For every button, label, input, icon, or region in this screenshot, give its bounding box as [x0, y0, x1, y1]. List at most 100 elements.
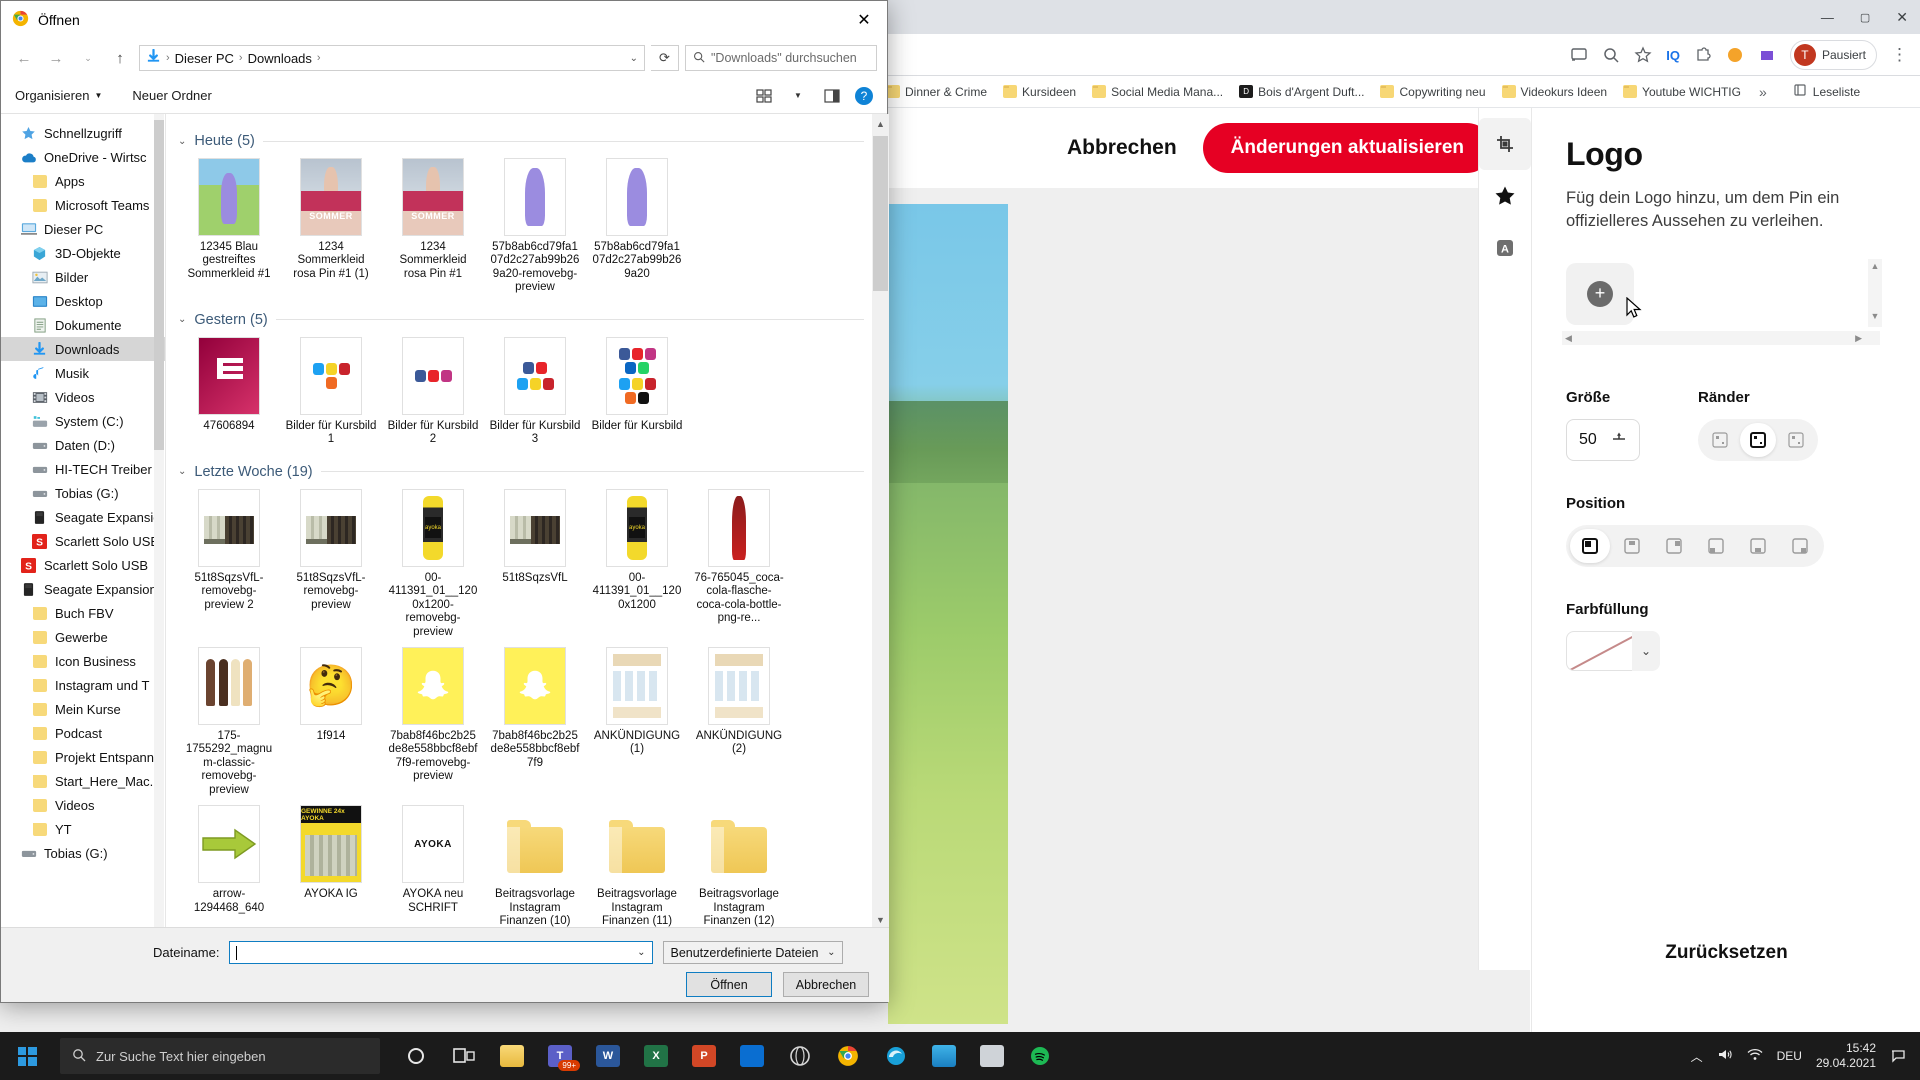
update-changes-button[interactable]: Änderungen aktualisieren	[1202, 123, 1492, 173]
extension-puzzle-icon[interactable]	[1694, 46, 1712, 64]
file-list-scrollbar-thumb[interactable]	[873, 136, 888, 291]
word-icon[interactable]: W	[586, 1034, 630, 1078]
file-explorer-icon[interactable]	[490, 1034, 534, 1078]
file-item[interactable]: Bilder für Kursbild	[586, 336, 688, 447]
view-chevron-down-icon[interactable]: ▼	[787, 86, 809, 106]
text-style-icon[interactable]: A	[1479, 222, 1531, 274]
tree-item-gewerbe[interactable]: Gewerbe	[1, 625, 165, 649]
tree-item-bilder[interactable]: Bilder	[1, 265, 165, 289]
position-top-right-option[interactable]	[1654, 529, 1694, 563]
tree-item-videos[interactable]: Videos	[1, 793, 165, 817]
cortana-icon[interactable]	[394, 1034, 438, 1078]
windows-logo-icon[interactable]	[0, 1032, 54, 1080]
file-item[interactable]: 7bab8f46bc2b25de8e558bbcf8ebf7f9-removeb…	[382, 646, 484, 797]
file-group-header[interactable]: ⌄ Heute (5)	[178, 128, 864, 154]
anchor-icon[interactable]	[1611, 430, 1627, 449]
file-item[interactable]: 51t8SqzsVfL	[484, 488, 586, 639]
add-logo-button[interactable]: +	[1566, 262, 1634, 325]
scroll-down-icon[interactable]: ▼	[1868, 311, 1882, 321]
file-item[interactable]: 47606894	[178, 336, 280, 447]
file-group-header[interactable]: ⌄ Letzte Woche (19)	[178, 459, 864, 485]
file-item[interactable]: Bilder für Kursbild 1	[280, 336, 382, 447]
up-button[interactable]: ↑	[107, 45, 133, 71]
language-indicator[interactable]: DEU	[1777, 1049, 1802, 1063]
outlook-icon[interactable]	[730, 1034, 774, 1078]
bookmark-item[interactable]: Videokurs Ideen	[1496, 82, 1614, 102]
breadcrumb-item-1[interactable]: Downloads	[248, 51, 312, 66]
crop-icon[interactable]	[1479, 118, 1531, 170]
volume-icon[interactable]	[1717, 1047, 1733, 1065]
breadcrumb-item-0[interactable]: Dieser PC	[175, 51, 234, 66]
recent-locations-button[interactable]: ⌄	[75, 45, 101, 71]
bookmark-item[interactable]: Copywriting neu	[1374, 82, 1491, 102]
file-item[interactable]: Bilder für Kursbild 3	[484, 336, 586, 447]
tree-item-dieser-pc[interactable]: Dieser PC	[1, 217, 165, 241]
tree-item-podcast[interactable]: Podcast	[1, 721, 165, 745]
bookmarks-overflow-icon[interactable]: »	[1751, 84, 1775, 100]
tree-item-seagate-expansio[interactable]: Seagate Expansio	[1, 505, 165, 529]
task-view-icon[interactable]	[442, 1034, 486, 1078]
tree-item-downloads[interactable]: Downloads	[1, 337, 165, 361]
file-item[interactable]: arrow-1294468_640	[178, 805, 280, 928]
cancel-button[interactable]: Abbrechen	[1067, 136, 1177, 160]
filename-input[interactable]: ⌄	[229, 941, 654, 964]
extension-orange-icon[interactable]	[1726, 46, 1744, 64]
browser-alt-icon[interactable]	[778, 1034, 822, 1078]
extension-purple-icon[interactable]	[1758, 46, 1776, 64]
tree-item-3d-objekte[interactable]: 3D-Objekte	[1, 241, 165, 265]
iq-extension-icon[interactable]: IQ	[1666, 48, 1680, 63]
file-item[interactable]: Beitragsvorlage Instagram Finanzen (12)	[688, 805, 790, 928]
bookmark-item[interactable]: Youtube WICHTIG	[1617, 82, 1747, 102]
tree-item-schnellzugriff[interactable]: Schnellzugriff	[1, 121, 165, 145]
tree-scrollbar-thumb[interactable]	[154, 120, 164, 450]
ms-teams-icon[interactable]: T 99+	[538, 1034, 582, 1078]
file-item[interactable]: SOMMER 1234 Sommerkleid rosa Pin #1	[382, 158, 484, 295]
position-top-left-option[interactable]	[1570, 528, 1610, 563]
menu-dots-icon[interactable]: ⋮	[1891, 46, 1908, 63]
scroll-left-icon[interactable]: ◀	[1562, 331, 1572, 345]
file-item[interactable]: 175-1755292_magnum-classic-removebg-prev…	[178, 646, 280, 797]
file-item[interactable]: 51t8SqzsVfL-removebg-preview 2	[178, 488, 280, 639]
scroll-right-icon[interactable]: ▶	[1855, 331, 1880, 345]
tree-item-scarlett-solo-usb[interactable]: S Scarlett Solo USB	[1, 553, 165, 577]
star-icon[interactable]	[1479, 170, 1531, 222]
tree-item-tobias-g[interactable]: Tobias (G:)	[1, 841, 165, 865]
file-list-scrollbar[interactable]: ▲ ▼	[872, 114, 889, 929]
file-item[interactable]: AYOKA AYOKA neu SCHRIFT	[382, 805, 484, 928]
new-folder-button[interactable]: Neuer Ordner	[132, 88, 211, 103]
tree-item-dokumente[interactable]: Dokumente	[1, 313, 165, 337]
file-item[interactable]: 7bab8f46bc2b25de8e558bbcf8ebf7f9	[484, 646, 586, 797]
tree-item-tobias-g[interactable]: Tobias (G:)	[1, 481, 165, 505]
photos-icon[interactable]	[922, 1034, 966, 1078]
tree-item-apps[interactable]: Apps	[1, 169, 165, 193]
picture-icon[interactable]	[970, 1034, 1014, 1078]
tree-item-projekt-entspann[interactable]: Projekt Entspann	[1, 745, 165, 769]
file-item[interactable]: ANKÜNDIGUNG (2)	[688, 646, 790, 797]
file-item[interactable]: Bilder für Kursbild 2	[382, 336, 484, 447]
size-input[interactable]: 50	[1566, 418, 1640, 461]
tree-item-icon-business[interactable]: Icon Business	[1, 649, 165, 673]
color-swatch[interactable]	[1566, 630, 1632, 671]
chevron-down-icon[interactable]: ⌄	[178, 136, 186, 147]
scroll-up-icon[interactable]: ▲	[1868, 261, 1882, 271]
bookmark-item[interactable]: Dinner & Crime	[880, 82, 993, 102]
minimize-icon[interactable]: —	[1821, 10, 1834, 25]
tree-item-buch-fbv[interactable]: Buch FBV	[1, 601, 165, 625]
taskbar-search-input[interactable]: Zur Suche Text hier eingeben	[60, 1038, 380, 1074]
file-item[interactable]: ANKÜNDIGUNG (1)	[586, 646, 688, 797]
file-item[interactable]: Beitragsvorlage Instagram Finanzen (10)	[484, 805, 586, 928]
tree-item-instagram-und-t[interactable]: Instagram und T	[1, 673, 165, 697]
tree-item-onedrive-wirtsc[interactable]: OneDrive - Wirtsc	[1, 145, 165, 169]
edge-icon[interactable]	[874, 1034, 918, 1078]
file-item[interactable]: 57b8ab6cd79fa107d2c27ab99b269a20-removeb…	[484, 158, 586, 295]
file-item[interactable]: SOMMER 1234 Sommerkleid rosa Pin #1 (1)	[280, 158, 382, 295]
logo-tray-horizontal-scrollbar[interactable]: ◀ ▶	[1562, 330, 1880, 345]
file-item[interactable]: ayoka 00-411391_01__1200x1200	[586, 488, 688, 639]
notification-icon[interactable]	[1890, 1047, 1906, 1066]
tree-item-desktop[interactable]: Desktop	[1, 289, 165, 313]
tree-item-system-c[interactable]: System (C:)	[1, 409, 165, 433]
position-bottom-right-option[interactable]	[1780, 529, 1820, 563]
bookmark-item[interactable]: Kursideen	[997, 82, 1082, 102]
forward-button[interactable]: →	[43, 45, 69, 71]
chevron-up-icon[interactable]: ︿	[1691, 1048, 1703, 1065]
